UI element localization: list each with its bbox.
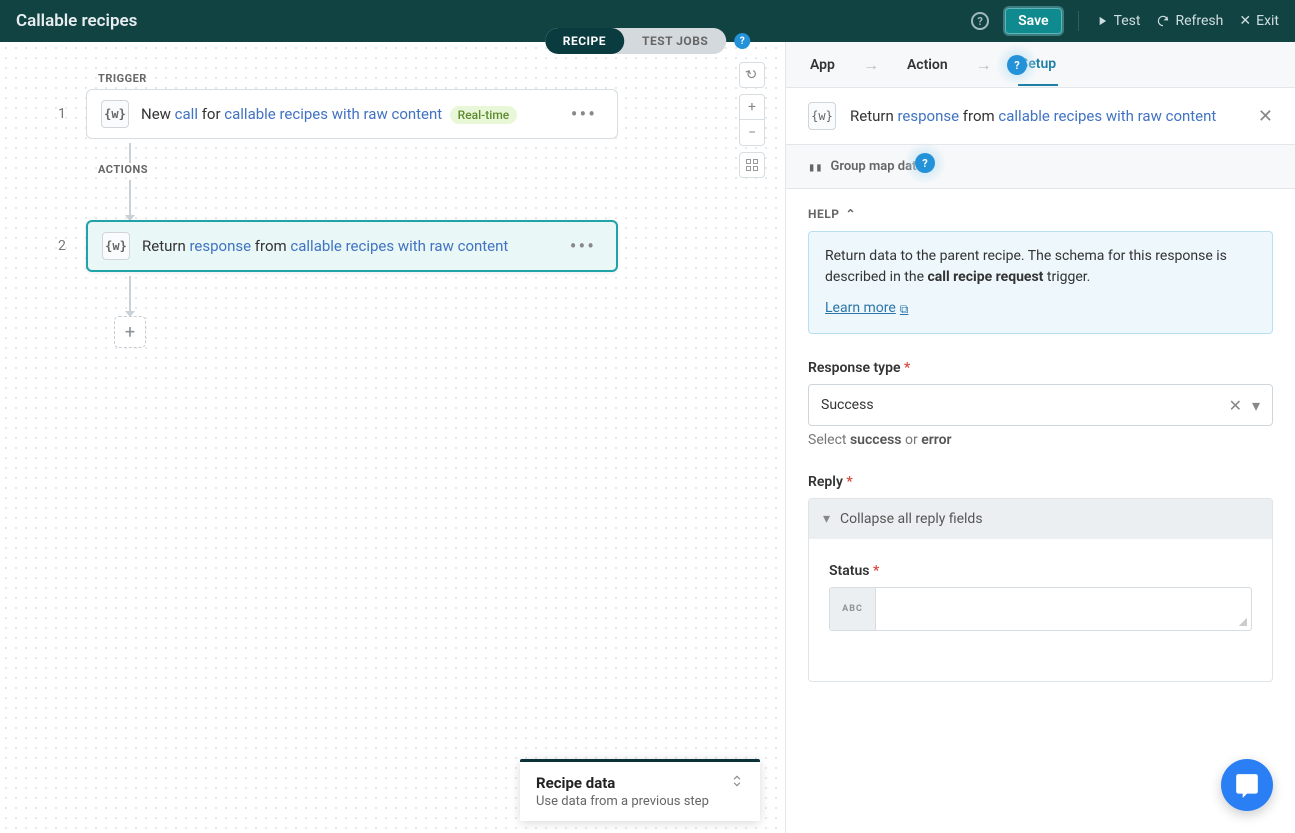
help-highlight[interactable] [904,142,946,184]
type-badge: ABC [830,588,876,630]
step-text: New call for callable recipes with raw c… [141,105,553,123]
step-card-trigger[interactable]: {w} New call for callable recipes with r… [86,89,618,139]
arrow-icon: → [863,55,879,75]
actions-label: ACTIONS [98,163,618,176]
step-card-action[interactable]: {w} Return response from callable recipe… [86,220,618,272]
clear-icon[interactable]: ✕ [1229,396,1242,415]
realtime-badge: Real-time [450,106,518,124]
minus-icon: − [748,125,756,141]
map-icon: ▮▮ [808,160,822,174]
chevron-down-icon[interactable]: ▾ [1252,396,1260,415]
chat-button[interactable] [1221,759,1273,811]
status-input[interactable]: ABC [829,587,1252,631]
help-icon[interactable] [971,12,989,30]
recipe-data-title: Recipe data [536,774,615,792]
reply-section: ▾ Collapse all reply fields Status * ABC [808,498,1273,682]
tabs-help-icon[interactable] [734,33,750,49]
help-highlight[interactable] [996,44,1038,86]
step-text: Return response from callable recipes wi… [142,237,552,255]
zoom-in-button[interactable]: + [739,94,765,120]
reply-label: Reply * [808,474,1273,490]
divider [1078,11,1079,31]
app-w-icon: {w} [102,232,130,260]
recipe-data-sub: Use data from a previous step [536,794,744,809]
more-icon[interactable]: ••• [565,102,603,126]
help-toggle[interactable]: HELP ⌃ [808,207,1273,221]
expand-icon[interactable] [730,774,744,792]
fit-button[interactable] [739,152,765,178]
undo-icon: ↺ [744,65,760,84]
help-box: Return data to the parent recipe. The sc… [808,231,1273,334]
trigger-label: TRIGGER [98,72,618,85]
more-icon[interactable]: ••• [564,234,602,258]
chat-icon [1234,772,1260,798]
zoom-out-button[interactable]: − [739,120,765,146]
tab-recipe[interactable]: RECIPE [545,28,624,54]
external-link-icon: ⧉ [900,300,909,318]
app-title: Callable recipes [16,11,137,31]
arrow-icon: → [976,55,992,75]
tab-test-jobs[interactable]: TEST JOBS [624,28,726,54]
help-icon [1007,55,1027,75]
panel-title: Return response from callable recipes wi… [850,107,1244,125]
close-icon: ✕ [1239,13,1251,29]
help-icon [915,153,935,173]
canvas[interactable]: ↺ + − TRIGGER 1 {w} New call for callabl… [0,42,786,833]
response-hint: Select success or error [808,432,1273,448]
tab-action[interactable]: Action [905,45,950,85]
plus-icon: + [748,99,756,115]
learn-more-link[interactable]: Learn more⧉ [825,298,908,319]
exit-button[interactable]: ✕ Exit [1239,13,1279,29]
refresh-icon [1156,14,1170,28]
response-type-select[interactable]: Success ✕ ▾ [808,384,1273,426]
view-tabs: RECIPE TEST JOBS [545,28,751,54]
side-panel: App → Action → Setup {w} Return response… [786,42,1295,833]
refresh-button[interactable]: Refresh [1156,13,1223,29]
status-label: Status * [829,563,1252,579]
plus-icon: + [125,322,135,343]
undo-button[interactable]: ↺ [739,62,765,88]
close-icon[interactable]: ✕ [1258,106,1273,127]
recipe-data-panel[interactable]: Recipe data Use data from a previous ste… [520,759,760,821]
chevron-up-icon: ⌃ [845,207,856,221]
add-step-button[interactable]: + [114,316,146,348]
step-number: 1 [58,106,70,122]
caret-down-icon: ▾ [823,511,830,527]
collapse-reply-toggle[interactable]: ▾ Collapse all reply fields [809,499,1272,539]
app-w-icon: {w} [808,102,836,130]
test-button[interactable]: Test [1095,13,1141,29]
tab-app[interactable]: App [808,45,837,85]
response-type-label: Response type * [808,360,1273,376]
crosshair-icon [746,159,758,171]
play-icon [1095,14,1109,28]
save-button[interactable]: Save [1005,8,1061,34]
app-w-icon: {w} [101,100,129,128]
step-number: 2 [58,238,70,254]
